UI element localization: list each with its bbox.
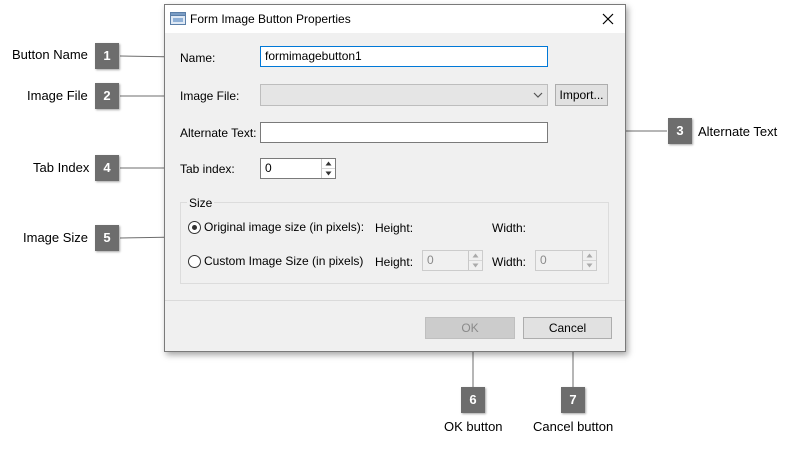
spin-down-icon xyxy=(586,263,593,268)
original-width-label: Width: xyxy=(492,221,527,235)
stepper-buttons xyxy=(468,251,482,270)
tab-index-label: Tab index: xyxy=(180,162,235,176)
name-input[interactable]: formimagebutton1 xyxy=(260,46,548,67)
close-icon[interactable] xyxy=(597,8,619,30)
custom-height-stepper: 0 xyxy=(422,250,483,271)
custom-width-label: Width: xyxy=(492,255,527,269)
callout-label-cancel-button: Cancel button xyxy=(533,419,614,434)
cancel-button[interactable]: Cancel xyxy=(523,317,612,339)
custom-width-stepper: 0 xyxy=(535,250,597,271)
callout-badge-2: 2 xyxy=(95,83,119,109)
spin-down-icon[interactable] xyxy=(322,169,335,178)
name-label: Name: xyxy=(180,51,216,65)
size-groupbox xyxy=(180,202,609,284)
import-button[interactable]: Import... xyxy=(555,84,608,106)
callout-badge-3: 3 xyxy=(668,118,692,144)
stepper-buttons xyxy=(321,159,335,178)
ok-button[interactable]: OK xyxy=(425,317,515,339)
custom-height-value: 0 xyxy=(427,253,434,267)
spin-up-icon xyxy=(469,253,482,261)
custom-width-value: 0 xyxy=(540,253,547,267)
window-app-icon xyxy=(170,12,186,25)
original-size-radio[interactable] xyxy=(188,221,201,234)
tab-index-stepper[interactable]: 0 xyxy=(260,158,336,179)
callout-label-image-size: Image Size xyxy=(23,230,89,245)
callout-badge-1: 1 xyxy=(95,43,119,69)
size-group-title: Size xyxy=(187,196,215,210)
alternate-text-label: Alternate Text: xyxy=(180,126,257,140)
callout-badge-4: 4 xyxy=(95,155,119,181)
spin-up-icon[interactable] xyxy=(322,159,335,169)
callout-label-button-name: Button Name xyxy=(12,47,88,62)
stepper-buttons xyxy=(582,251,596,270)
original-height-label: Height: xyxy=(375,221,414,235)
spin-up-icon xyxy=(583,253,596,261)
callout-label-ok-button: OK button xyxy=(444,419,503,434)
title-bar[interactable]: Form Image Button Properties xyxy=(165,5,625,33)
dialog-title: Form Image Button Properties xyxy=(190,12,351,26)
alternate-text-input[interactable] xyxy=(260,122,548,143)
callout-badge-5: 5 xyxy=(95,225,119,251)
callout-label-tab-index: Tab Index xyxy=(33,160,90,175)
callout-label-image-file: Image File xyxy=(27,88,88,103)
custom-height-label: Height: xyxy=(375,255,414,269)
radio-selected-dot xyxy=(192,225,197,230)
tab-index-value[interactable]: 0 xyxy=(265,161,272,176)
custom-size-label[interactable]: Custom Image Size (in pixels) xyxy=(204,254,363,268)
callout-label-alternate-text: Alternate Text xyxy=(698,124,778,139)
custom-size-radio[interactable] xyxy=(188,255,201,268)
original-size-label[interactable]: Original image size (in pixels): xyxy=(204,220,364,234)
callout-badge-6: 6 xyxy=(461,387,485,413)
footer-separator xyxy=(165,300,625,301)
spin-down-icon xyxy=(472,263,479,268)
image-file-label: Image File: xyxy=(180,89,240,103)
chevron-down-icon xyxy=(533,92,543,98)
form-image-button-properties-dialog: Form Image Button Properties Name: formi… xyxy=(164,4,626,352)
image-file-dropdown[interactable] xyxy=(260,84,548,106)
callout-badge-7: 7 xyxy=(561,387,585,413)
